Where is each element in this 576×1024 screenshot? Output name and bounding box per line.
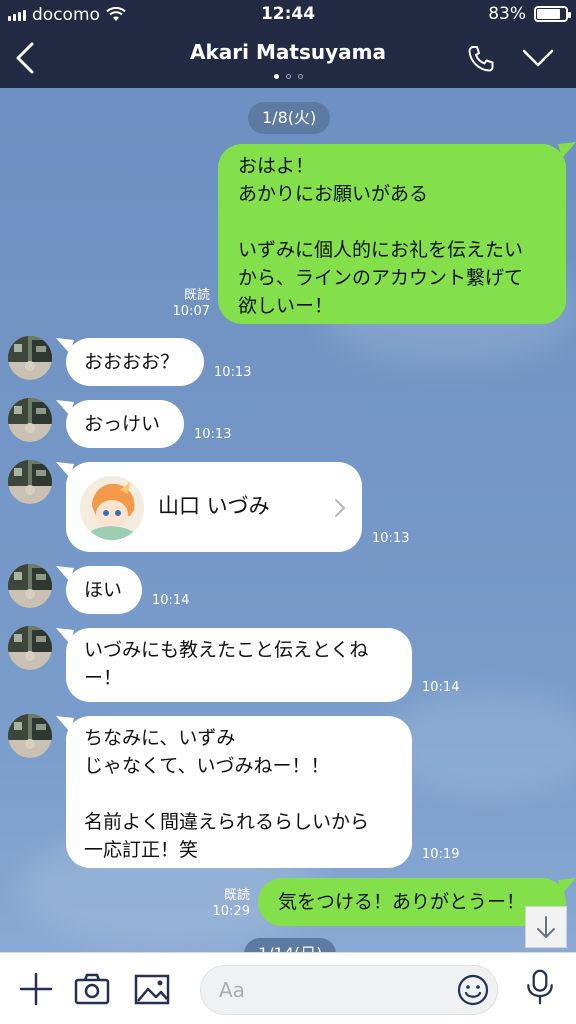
avatar-image [8,336,52,380]
avatar[interactable] [8,626,52,670]
contact-avatar-image [80,476,144,540]
message-text: いづみにも教えたこと伝えとくね ー！ [84,639,369,689]
their-message-bubble[interactable]: いづみにも教えたこと伝えとくね ー！ [66,628,412,702]
bubble-tail [56,716,74,732]
their-message-bubble[interactable]: おっけい [66,400,184,448]
chat-area[interactable]: 1/8(火) おはよ！ あかりにお願いがある いずみに個人的にお礼を伝えたい か… [0,88,576,952]
chat-header: Akari Matsuyama [0,30,576,88]
message-time: 10:13 [372,531,410,546]
their-message-bubble[interactable]: ちなみに、いずみ じゃなくて、いづみねー！！ 名前よく間違えられるらしいから 一… [66,716,412,868]
page-dot [273,74,279,79]
their-message-bubble[interactable]: おおおお？ [66,338,204,386]
read-receipt: 既読 [183,288,210,303]
message-time: 10:14 [422,680,460,695]
date-separator: 1/14(日) [244,938,337,952]
message-text: ちなみに、いずみ じゃなくて、いづみねー！！ 名前よく間違えられるらしいから 一… [84,727,370,861]
scroll-down-icon [537,916,555,938]
battery-icon [534,6,571,22]
page-dot [285,74,291,79]
bubble-tail [56,400,74,416]
bubble-tail [558,878,576,894]
message-input-field[interactable] [200,965,498,1015]
date-separator: 1/8(火) [248,102,331,134]
message-input-bar [0,952,576,1024]
avatar[interactable] [8,714,52,758]
avatar-image [8,564,52,608]
message-time: 10:29 [212,904,250,919]
avatar[interactable] [8,564,52,608]
their-message-bubble[interactable]: ほい [66,566,142,614]
message-text: おはよ！ あかりにお願いがある いずみに個人的にお礼を伝えたい から、ラインのア… [238,155,524,317]
emoji-icon[interactable] [457,974,489,1006]
contact-avatar [80,476,144,540]
bubble-tail [558,142,576,158]
bubble-tail [56,338,74,354]
page-indicator [0,74,576,79]
bubble-tail [56,462,74,478]
battery-percent: 83% [488,4,526,24]
chevron-right-icon [335,499,346,517]
message-input[interactable] [219,978,439,1002]
status-bar: docomo 12:44 83% [0,0,576,30]
contact-name: 山口 いづみ [158,494,270,518]
plus-icon[interactable] [18,971,54,1007]
microphone-icon[interactable] [522,969,558,1005]
page-dot [297,74,303,79]
my-message-bubble[interactable]: おはよ！ あかりにお願いがある いずみに個人的にお礼を伝えたい から、ラインのア… [218,144,566,324]
message-time: 10:14 [152,593,190,608]
camera-icon[interactable] [74,971,110,1007]
bubble-tail [56,628,74,644]
read-receipt: 既読 [223,888,250,903]
message-text: 気をつける！ありがとうー！ [278,891,526,913]
my-message-bubble[interactable]: 気をつける！ありがとうー！ [258,878,566,926]
message-text: おっけい [84,413,161,435]
avatar-image [8,398,52,442]
image-icon[interactable] [134,971,170,1007]
avatar-image [8,714,52,758]
chevron-down-icon[interactable] [522,48,554,68]
battery-group: 83% [488,4,571,24]
scroll-down-button[interactable] [525,906,567,948]
avatar-image [8,626,52,670]
avatar[interactable] [8,336,52,380]
message-meta: 既読 10:07 [160,288,210,320]
message-text: ほい [84,579,123,601]
message-text: おおおお？ [84,351,180,373]
message-time: 10:19 [422,847,460,862]
avatar[interactable] [8,398,52,442]
phone-icon[interactable] [466,44,496,74]
avatar[interactable] [8,460,52,504]
message-time: 10:13 [194,427,232,442]
message-time: 10:13 [214,365,252,380]
avatar-image [8,460,52,504]
message-meta: 既読 10:29 [200,888,250,920]
message-time: 10:07 [172,304,210,319]
bubble-tail [56,566,74,582]
contact-card[interactable]: 山口 いづみ [66,462,362,552]
